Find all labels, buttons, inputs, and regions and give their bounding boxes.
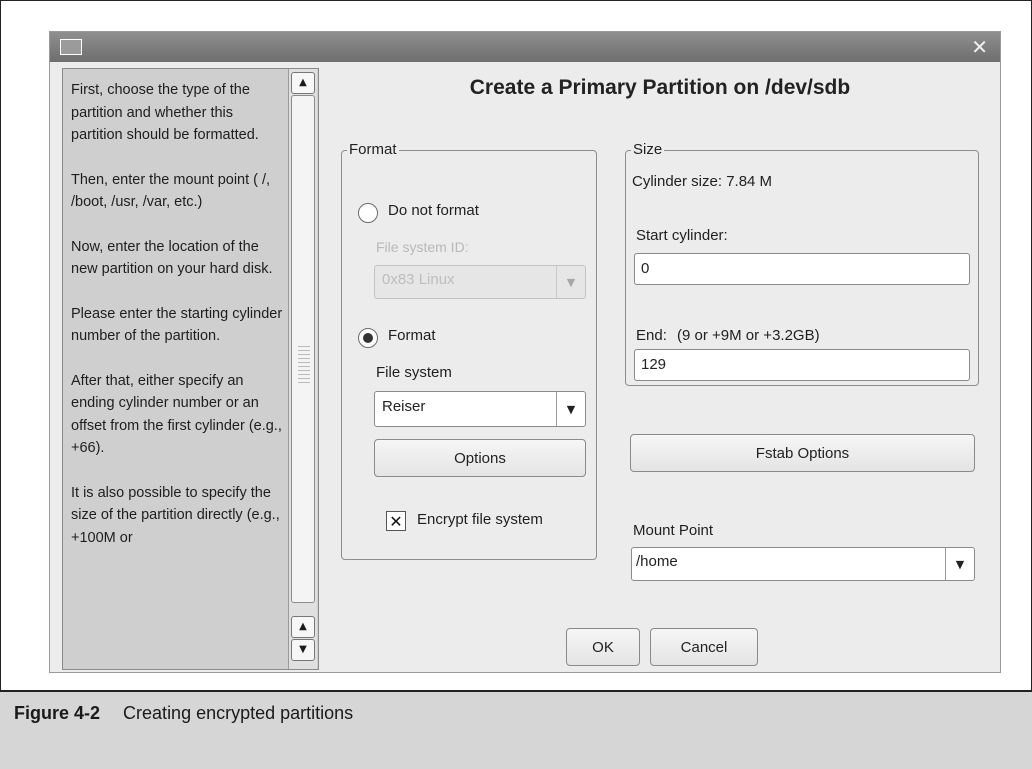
mount-point-label: Mount Point [633, 522, 714, 539]
grip-icon [298, 346, 310, 386]
chevron-down-icon: ▼ [556, 266, 585, 298]
caption-text: Creating encrypted partitions [123, 703, 354, 723]
help-paragraph: After that, either specify an ending cyl… [71, 372, 282, 457]
window-menu-icon[interactable] [60, 39, 82, 55]
start-cylinder-input[interactable]: 0 [634, 253, 970, 285]
help-paragraph: It is also possible to specify the size … [71, 484, 280, 546]
file-system-id-label: File system ID: [376, 239, 469, 255]
cylinder-size-label: Cylinder size: 7.84 M [632, 173, 773, 190]
ok-button[interactable]: OK [566, 628, 640, 666]
help-paragraph: Then, enter the mount point ( /, /boot, … [71, 171, 271, 211]
caption-line: Figure 4-2 Creating encrypted partitions [14, 703, 353, 724]
file-system-id-select[interactable]: 0x83 Linux ▼ [374, 265, 586, 299]
title-bar: ✕ [50, 32, 1000, 62]
end-hint: (9 or +9M or +3.2GB) [677, 327, 820, 344]
help-paragraph: Now, enter the location of the new parti… [71, 238, 273, 278]
scroll-down-arrow-icon[interactable]: ▼ [291, 639, 315, 661]
mount-point-value[interactable]: /home [636, 553, 678, 570]
scroll-up-arrow-icon[interactable]: ▲ [291, 616, 315, 638]
end-label-text: End: [636, 327, 667, 344]
figure-number: Figure 4-2 [14, 703, 101, 723]
file-system-label: File system [376, 364, 452, 381]
chevron-down-icon: ▼ [945, 548, 974, 580]
dialog-title: Create a Primary Partition on /dev/sdb [469, 76, 851, 99]
chevron-down-icon: ▼ [556, 392, 585, 426]
scroll-thumb[interactable] [291, 95, 315, 603]
fstab-options-button[interactable]: Fstab Options [630, 434, 975, 472]
size-group-label: Size [631, 141, 665, 158]
start-cylinder-label: Start cylinder: [636, 227, 728, 244]
mount-point-combo[interactable]: /home ▼ [631, 547, 975, 581]
figure-frame: ✕ First, choose the type of the partitio… [0, 0, 1032, 692]
help-panel: First, choose the type of the partition … [62, 68, 319, 670]
help-paragraph: Please enter the starting cylinder numbe… [71, 305, 283, 345]
scroll-up-arrow-icon[interactable]: ▲ [291, 72, 315, 94]
end-cylinder-input[interactable]: 129 [634, 349, 970, 381]
do-not-format-radio[interactable] [358, 203, 378, 223]
options-button[interactable]: Options [374, 439, 586, 477]
end-cylinder-label: End: (9 or +9M or +3.2GB) [636, 327, 820, 344]
cancel-button[interactable]: Cancel [650, 628, 758, 666]
close-icon[interactable]: ✕ [971, 35, 988, 59]
figure-caption: Figure 4-2 Creating encrypted partitions [0, 690, 1032, 769]
encrypt-checkbox[interactable]: ✕ [386, 511, 406, 531]
help-paragraph: First, choose the type of the partition … [71, 82, 259, 143]
encrypt-label[interactable]: Encrypt file system [417, 511, 543, 528]
format-group-label: Format [347, 141, 399, 158]
check-icon: ✕ [389, 511, 403, 531]
format-radio[interactable] [358, 328, 378, 348]
do-not-format-label[interactable]: Do not format [388, 202, 479, 219]
format-label[interactable]: Format [388, 327, 436, 344]
help-text: First, choose the type of the partition … [71, 79, 283, 571]
file-system-select[interactable]: Reiser ▼ [374, 391, 586, 427]
file-system-value: Reiser [382, 398, 426, 415]
dialog-window: ✕ First, choose the type of the partitio… [49, 31, 1001, 673]
size-group: Size Cylinder size: 7.84 M Start cylinde… [625, 141, 979, 386]
file-system-id-value: 0x83 Linux [382, 271, 455, 288]
help-scrollbar[interactable]: ▲ ▲ ▼ [288, 69, 317, 669]
format-group: Format Do not format File system ID: 0x8… [341, 141, 597, 560]
